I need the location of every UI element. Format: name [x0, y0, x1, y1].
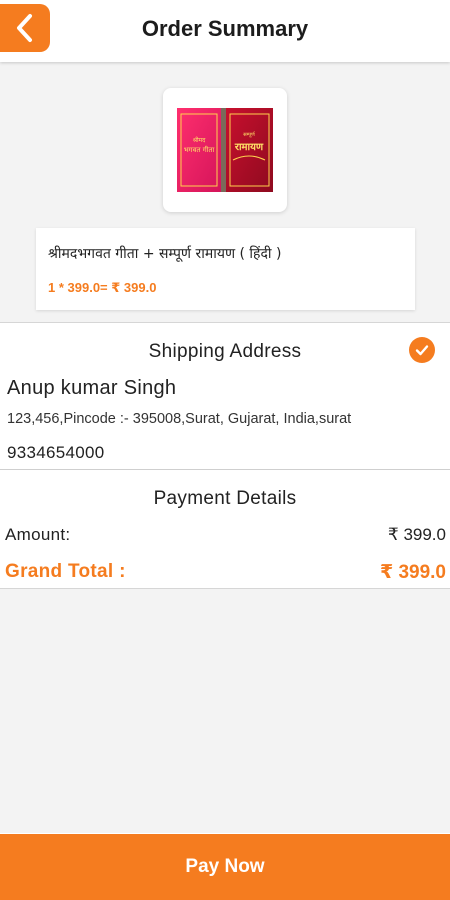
product-name: श्रीमदभगवत गीता + सम्पूर्ण रामायण ( हिंद… [48, 246, 282, 262]
recipient-phone: 9334654000 [7, 443, 105, 462]
payment-details-title: Payment Details [153, 488, 297, 509]
payment-details-section: Payment Details Amount: ₹ 399.0 Grand To… [0, 470, 450, 589]
svg-text:भगवत गीता: भगवत गीता [184, 145, 215, 154]
shipping-address-text: 123,456,Pincode :- 395008,Surat, Gujarat… [7, 411, 352, 427]
grand-total-value: ₹ 399.0 [379, 562, 446, 583]
svg-text:रामायण: रामायण [234, 142, 264, 153]
grand-total-label: Grand Total : [5, 561, 126, 582]
product-card[interactable]: श्रीमदभगवत गीता + सम्पूर्ण रामायण ( हिंद… [36, 228, 415, 310]
page-title: Order Summary [141, 16, 309, 41]
product-image[interactable]: श्रीमद भगवत गीता सम्पूर्ण रामायण [163, 88, 287, 212]
product-price: 1 * 399.0= ₹ 399.0 [48, 280, 157, 295]
pay-now-button[interactable]: Pay Now [0, 834, 450, 900]
app-header: Order Summary [0, 0, 450, 62]
shipping-address-section[interactable]: Shipping Address Anup kumar Singh 123,45… [0, 322, 450, 470]
recipient-name: Anup kumar Singh [7, 377, 177, 399]
book-cover-icon: श्रीमद भगवत गीता सम्पूर्ण रामायण [177, 108, 273, 192]
shipping-address-title: Shipping Address [148, 341, 302, 362]
amount-label: Amount: [5, 525, 71, 544]
amount-value: ₹ 399.0 [387, 525, 446, 544]
svg-text:श्रीमद: श्रीमद [193, 136, 206, 144]
check-circle-icon [409, 337, 435, 363]
order-content: श्रीमद भगवत गीता सम्पूर्ण रामायण श्रीमदभ… [0, 62, 450, 833]
svg-text:सम्पूर्ण: सम्पूर्ण [243, 131, 255, 138]
